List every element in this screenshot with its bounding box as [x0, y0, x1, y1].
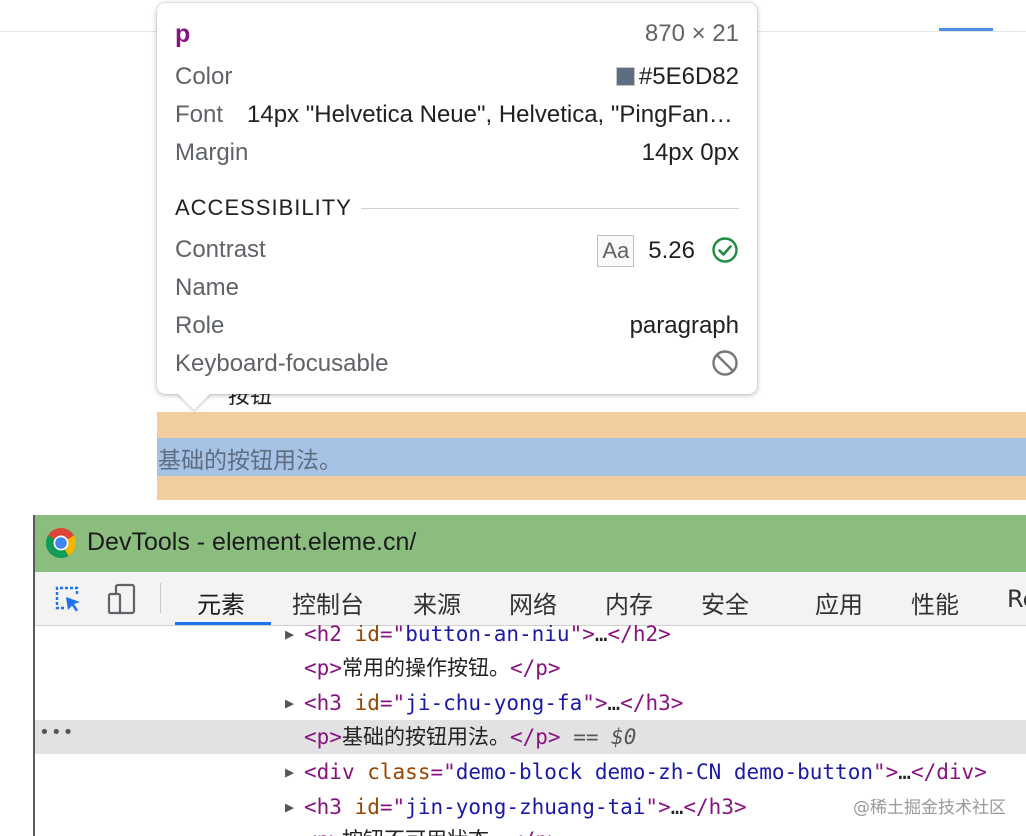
color-label: Color	[175, 63, 233, 90]
tooltip-header: p 870 × 21	[175, 19, 739, 49]
tab-memory[interactable]: 内存	[605, 585, 653, 620]
keyboard-value	[711, 349, 739, 379]
tab-application[interactable]: 应用	[815, 585, 863, 620]
tooltip-arrow	[177, 393, 211, 410]
color-value: #5E6D82	[638, 63, 739, 90]
section-divider	[361, 208, 739, 209]
name-row: Name	[175, 273, 739, 303]
name-label: Name	[175, 274, 240, 301]
font-label: Font	[175, 101, 224, 128]
color-swatch	[615, 67, 635, 86]
nav-active-indicator	[939, 28, 993, 31]
keyboard-label: Keyboard-focusable	[175, 350, 389, 377]
tab-overflow[interactable]: Re	[1007, 585, 1026, 613]
dom-node[interactable]: ▶ <h3 id="ji-chu-yong-fa">…</h3>	[35, 686, 1026, 720]
contrast-label: Contrast	[175, 236, 266, 263]
expand-triangle-icon[interactable]: ▶	[285, 625, 294, 651]
role-label: Role	[175, 312, 225, 339]
expand-triangle-icon[interactable]: ▶	[285, 755, 294, 789]
chrome-icon	[45, 528, 77, 559]
not-allowed-icon	[712, 350, 738, 376]
tab-performance[interactable]: 性能	[911, 585, 959, 620]
margin-label: Margin	[175, 139, 249, 166]
margin-highlight-top	[157, 412, 1026, 438]
window-titlebar[interactable]: DevTools - element.eleme.cn/	[35, 515, 1026, 572]
keyboard-row: Keyboard-focusable	[175, 349, 739, 379]
dom-tree: ▶ <h2 id="button-an-niu">…</h2> <p>常用的操作…	[35, 625, 1026, 836]
contrast-value: 5.26	[648, 237, 695, 264]
margin-row: Margin 14px 0px	[175, 138, 739, 168]
role-value: paragraph	[629, 312, 739, 339]
dom-node[interactable]: <p>常用的操作按钮。</p>	[35, 651, 1026, 685]
dom-node[interactable]: <p>按钮不可用状态。</p>	[35, 823, 1026, 836]
margin-value: 14px 0px	[641, 139, 739, 166]
contrast-value-wrap: Aa 5.26	[597, 235, 739, 267]
devtools-window: DevTools - element.eleme.cn/ 元素 控制台 来源 网…	[33, 515, 1026, 836]
dom-node-selected[interactable]: ••• <p>基础的按钮用法。</p> == $0	[35, 720, 1026, 754]
role-row: Role paragraph	[175, 311, 739, 341]
inspect-icon[interactable]	[53, 584, 83, 614]
tab-security[interactable]: 安全	[701, 585, 749, 620]
accessibility-section: ACCESSIBILITY	[175, 193, 739, 223]
tab-console[interactable]: 控制台	[292, 585, 364, 620]
more-options-icon[interactable]: •••	[39, 716, 75, 750]
dom-node[interactable]: ▶ <div class="demo-block demo-zh-CN demo…	[35, 755, 1026, 789]
font-row: Font 14px "Helvetica Neue", Helvetica, "…	[175, 100, 739, 130]
tab-network[interactable]: 网络	[509, 585, 557, 620]
inspect-tooltip: p 870 × 21 Color #5E6D82 Font 14px "Helv…	[157, 3, 757, 394]
expand-triangle-icon[interactable]: ▶	[285, 686, 294, 720]
color-row: Color #5E6D82	[175, 62, 739, 92]
element-size: 870 × 21	[644, 20, 739, 47]
color-value-wrap: #5E6D82	[615, 62, 739, 92]
highlighted-paragraph: 基础的按钮用法。	[158, 448, 342, 474]
contrast-row: Contrast Aa 5.26	[175, 235, 739, 267]
font-value: 14px "Helvetica Neue", Helvetica, "PingF…	[247, 101, 739, 128]
window-title: DevTools - element.eleme.cn/	[87, 528, 417, 556]
devtools-toolbar: 元素 控制台 来源 网络 内存 安全 应用 性能 Re	[35, 572, 1026, 626]
check-circle-icon	[712, 237, 738, 263]
dom-node[interactable]: ▶ <h2 id="button-an-niu">…</h2>	[35, 625, 1026, 651]
contrast-sample: Aa	[597, 235, 635, 267]
expand-triangle-icon[interactable]: ▶	[285, 790, 294, 824]
accessibility-heading: ACCESSIBILITY	[175, 195, 352, 220]
margin-highlight-bottom	[157, 476, 1026, 500]
tab-elements[interactable]: 元素	[197, 585, 245, 620]
element-tag: p	[175, 20, 191, 48]
device-icon[interactable]	[107, 583, 137, 615]
toolbar-separator	[160, 583, 161, 613]
tab-sources[interactable]: 来源	[413, 585, 461, 620]
watermark: @稀土掘金技术社区	[853, 798, 1006, 818]
